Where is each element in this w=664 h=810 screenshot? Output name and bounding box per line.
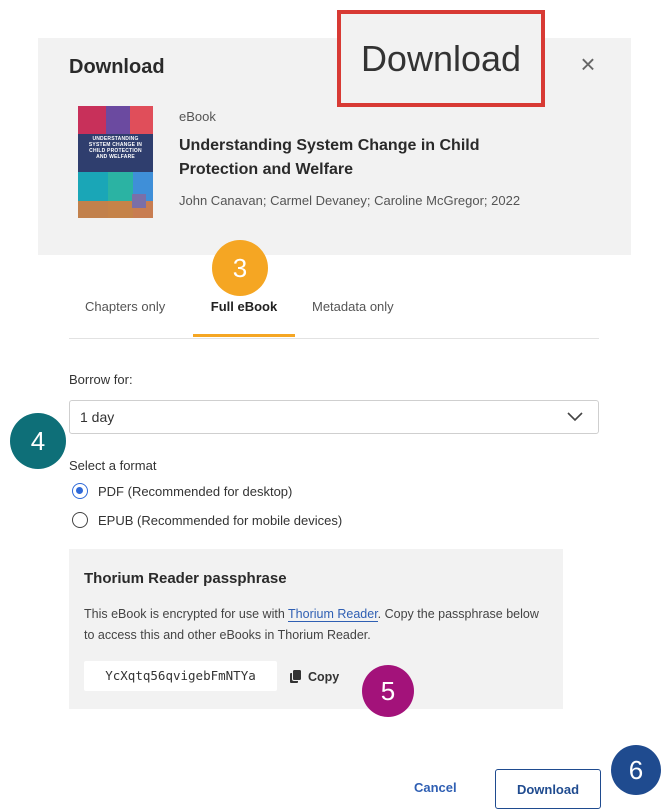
pdf-option-label: PDF (Recommended for desktop) <box>98 483 293 499</box>
borrow-duration-select[interactable]: 1 day <box>69 400 599 434</box>
book-type: eBook <box>179 109 216 124</box>
thorium-reader-link[interactable]: Thorium Reader <box>288 607 378 622</box>
callout-box: Download <box>337 10 545 107</box>
step-badge-5: 5 <box>362 665 414 717</box>
passphrase-code: YcXqtq56qvigebFmNTYa <box>84 661 277 691</box>
close-icon[interactable]: × <box>576 50 600 78</box>
format-option-epub[interactable]: EPUB (Recommended for mobile devices) <box>72 510 342 530</box>
copy-label: Copy <box>308 670 340 684</box>
borrow-selected-value: 1 day <box>80 409 115 425</box>
dialog-title: Download <box>69 56 165 78</box>
tab-bar: Chapters only Full eBook Metadata only <box>69 285 599 339</box>
passphrase-title: Thorium Reader passphrase <box>84 570 287 587</box>
passphrase-desc-before: This eBook is encrypted for use with <box>84 607 289 621</box>
epub-radio[interactable] <box>72 512 88 528</box>
book-cover-art <box>78 106 153 218</box>
borrow-label: Borrow for: <box>69 372 133 387</box>
step-badge-3: 3 <box>212 240 268 296</box>
format-label: Select a format <box>69 458 157 473</box>
book-cover-image: UNDERSTANDING SYSTEM CHANGE IN CHILD PRO… <box>78 106 153 218</box>
pdf-radio[interactable] <box>72 483 88 499</box>
passphrase-description: This eBook is encrypted for use with Tho… <box>84 604 544 646</box>
download-button[interactable]: Download <box>495 769 601 809</box>
book-authors: John Canavan; Carmel Devaney; Caroline M… <box>179 193 521 208</box>
step-badge-4: 4 <box>10 413 66 469</box>
copy-button[interactable]: Copy <box>290 667 339 687</box>
step-badge-6: 6 <box>611 745 661 795</box>
book-cover-title: UNDERSTANDING SYSTEM CHANGE IN CHILD PRO… <box>88 136 143 160</box>
tab-metadata-only[interactable]: Metadata only <box>312 285 394 337</box>
book-title: Understanding System Change in Child Pro… <box>179 137 480 178</box>
copy-icon <box>290 669 302 684</box>
epub-option-label: EPUB (Recommended for mobile devices) <box>98 512 343 528</box>
chevron-down-icon <box>567 412 583 422</box>
format-option-pdf[interactable]: PDF (Recommended for desktop) <box>72 481 292 501</box>
callout-text: Download <box>360 37 522 79</box>
tab-chapters-only[interactable]: Chapters only <box>85 285 165 337</box>
cancel-button[interactable]: Cancel <box>414 780 457 795</box>
